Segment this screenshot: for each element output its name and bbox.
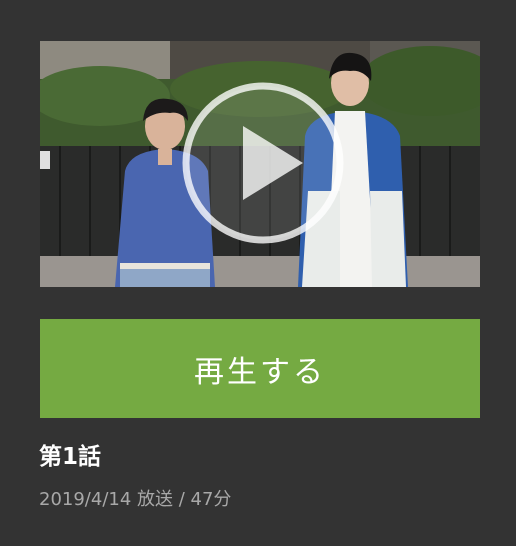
episode-card: 再生する 第1話 2019/4/14 放送 / 47分: [0, 0, 516, 546]
episode-title: 第1話: [39, 444, 102, 470]
episode-broadcast-info: 2019/4/14 放送 / 47分: [39, 489, 232, 510]
episode-thumbnail[interactable]: [40, 41, 480, 287]
play-button[interactable]: 再生する: [40, 319, 480, 418]
play-circle-icon[interactable]: [181, 81, 345, 245]
